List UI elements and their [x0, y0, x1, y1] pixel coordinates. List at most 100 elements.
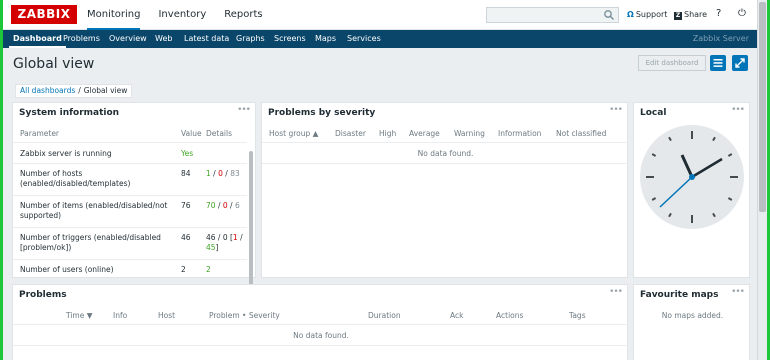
param-items: Number of items (enabled/disabled/not su… — [20, 201, 168, 220]
menu-reports[interactable]: Reports — [224, 0, 262, 30]
nav-overview[interactable]: Overview — [109, 30, 147, 48]
details-triggers: 46 / 0 [1 / 45] — [206, 233, 243, 252]
nav-problems[interactable]: Problems — [63, 30, 100, 48]
search-icon[interactable] — [603, 9, 615, 21]
column-header-time[interactable]: Time ▼ — [66, 311, 93, 320]
breadcrumb-all-dashboards[interactable]: All dashboards — [20, 86, 75, 95]
nav-dashboard[interactable]: Dashboard — [9, 30, 66, 48]
menu-inventory[interactable]: Inventory — [158, 0, 206, 30]
column-header-host: Host — [158, 311, 176, 320]
column-header-value: Value — [181, 129, 202, 138]
column-header-disaster: Disaster — [335, 129, 366, 138]
clock-center — [689, 174, 695, 180]
param-server-running: Zabbix server is running — [20, 149, 112, 158]
share-link[interactable]: Z Share — [674, 10, 707, 20]
no-data-message: No data found. — [293, 331, 349, 340]
sign-out-icon[interactable]: ⏻ — [738, 8, 746, 19]
widget-title: Favourite maps — [640, 290, 719, 300]
nav-maps[interactable]: Maps — [315, 30, 336, 48]
column-header-tags: Tags — [569, 311, 586, 320]
support-link[interactable]: Ω Support — [627, 10, 667, 19]
nav-web[interactable]: Web — [155, 30, 172, 48]
row-divider — [13, 195, 247, 196]
widget-menu-icon[interactable]: ••• — [609, 287, 623, 297]
details-users: 2 — [206, 265, 211, 274]
widget-menu-icon[interactable]: ••• — [731, 105, 745, 115]
zabbix-window: ZABBIX Monitoring Inventory Reports Ω Sup… — [3, 0, 767, 360]
row-divider — [262, 142, 629, 143]
breadcrumb: All dashboards / Global view — [15, 84, 133, 98]
nav-services[interactable]: Services — [347, 30, 381, 48]
top-header: ZABBIX Monitoring Inventory Reports Ω Sup… — [3, 0, 757, 30]
param-hosts: Number of hosts (enabled/disabled/templa… — [20, 169, 131, 188]
column-header-info: Info — [113, 311, 128, 320]
param-triggers: Number of triggers (enabled/disabled [pr… — [20, 233, 161, 252]
column-header-actions: Actions — [496, 311, 524, 320]
list-view-button[interactable] — [710, 55, 726, 71]
value-server-running: Yes — [181, 149, 194, 158]
page-title: Global view — [13, 56, 95, 72]
server-name: Zabbix Server — [692, 34, 749, 43]
column-header-not-classified: Not classified — [556, 129, 607, 138]
nav-screens[interactable]: Screens — [274, 30, 306, 48]
analog-clock — [640, 125, 744, 229]
widget-menu-icon[interactable]: ••• — [237, 105, 251, 115]
menu-monitoring[interactable]: Monitoring — [87, 0, 141, 30]
help-icon[interactable]: ? — [716, 8, 721, 19]
value-hosts: 84 — [181, 169, 191, 178]
row-divider — [262, 163, 629, 164]
search-input[interactable] — [486, 7, 619, 23]
share-label: Share — [684, 10, 708, 19]
fullscreen-button[interactable] — [732, 55, 748, 71]
row-divider — [13, 324, 629, 325]
column-header-duration: Duration — [368, 311, 401, 320]
widget-menu-icon[interactable]: ••• — [731, 287, 745, 297]
column-header-problem-severity: Problem • Severity — [209, 311, 280, 320]
row-divider — [13, 259, 247, 260]
no-data-message: No data found. — [417, 149, 474, 158]
list-icon — [713, 59, 723, 67]
headset-icon: Ω — [627, 10, 634, 19]
value-users: 2 — [181, 265, 186, 274]
main-menu: Monitoring Inventory Reports — [87, 0, 281, 30]
column-header-parameter: Parameter — [20, 129, 60, 138]
details-hosts: 1 / 0 / 83 — [206, 169, 240, 178]
widget-title: Problems by severity — [268, 108, 376, 118]
scrollbar-thumb[interactable] — [759, 2, 766, 212]
widget-menu-icon[interactable]: ••• — [609, 105, 623, 115]
breadcrumb-separator: / — [78, 86, 81, 95]
row-divider — [13, 163, 247, 164]
column-header-host-group[interactable]: Host group ▲ — [269, 129, 318, 138]
row-divider — [13, 227, 247, 228]
column-header-average: Average — [409, 129, 440, 138]
value-triggers: 46 — [181, 233, 191, 242]
system-information-widget: System information ••• Parameter Value D… — [12, 102, 256, 297]
local-clock-widget: Local ••• — [633, 102, 750, 278]
row-divider — [13, 142, 247, 143]
edit-dashboard-button[interactable]: Edit dashboard — [638, 55, 706, 71]
widget-title: Problems — [19, 290, 67, 300]
zabbix-logo[interactable]: ZABBIX — [11, 5, 77, 24]
widget-scrollbar[interactable] — [249, 151, 253, 297]
column-header-warning: Warning — [454, 129, 485, 138]
details-items: 70 / 0 / 6 — [206, 201, 240, 210]
value-items: 76 — [181, 201, 191, 210]
param-users: Number of users (online) — [20, 265, 114, 274]
favourite-maps-widget: Favourite maps ••• No maps added. — [633, 284, 750, 360]
nav-latest-data[interactable]: Latest data — [184, 30, 229, 48]
widget-title: Local — [640, 108, 667, 118]
problems-widget: Problems ••• Time ▼ Info Host Problem • … — [12, 284, 629, 360]
column-header-details: Details — [206, 129, 233, 138]
share-icon: Z — [674, 12, 682, 20]
problems-by-severity-widget: Problems by severity ••• Host group ▲ Di… — [261, 102, 629, 278]
column-header-ack: Ack — [450, 311, 464, 320]
column-header-information: Information — [498, 129, 542, 138]
monitoring-subnav: Dashboard Problems Overview Web Latest d… — [3, 30, 757, 48]
nav-graphs[interactable]: Graphs — [236, 30, 265, 48]
breadcrumb-current: Global view — [83, 86, 128, 95]
fullscreen-icon — [735, 58, 745, 68]
column-header-high: High — [379, 129, 397, 138]
page-scrollbar[interactable] — [757, 0, 767, 360]
row-divider — [13, 345, 629, 346]
widget-title: System information — [19, 108, 120, 118]
